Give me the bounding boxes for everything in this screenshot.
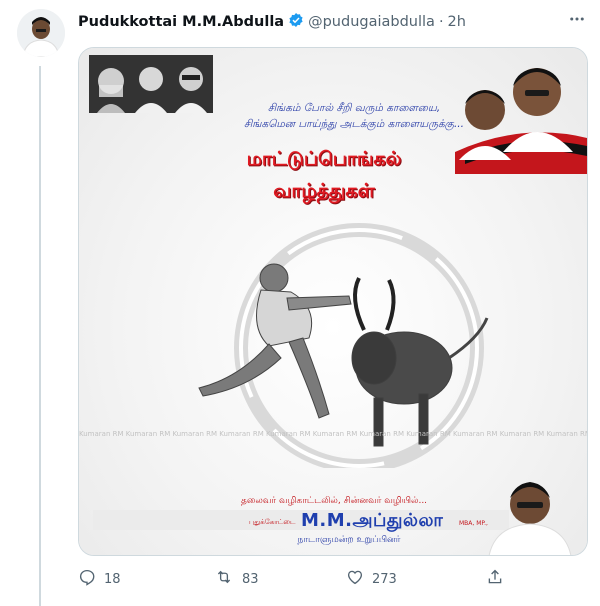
tweet-actions: 18 83 273 [78,568,586,592]
reply-count: 18 [104,571,121,587]
reply-button[interactable]: 18 [78,568,121,590]
poster-watermark: Kumaran RM Kumaran RM Kumaran RM Kumaran… [79,430,587,438]
mla-photo-image [483,468,577,555]
more-icon[interactable] [566,10,588,32]
share-icon [486,568,512,590]
heart-icon [346,568,372,590]
avatar[interactable] [17,9,65,57]
tweet-media-card[interactable]: சிங்கம் போல் சீறி வரும் காளையை, சிங்கமென… [78,47,588,556]
retweet-button[interactable]: 83 [214,568,259,590]
poster-title-line2: வாழ்த்துகள் [273,180,375,202]
reply-icon [78,568,104,590]
display-name[interactable]: Pudukkottai M.M.Abdulla [78,14,284,30]
handle[interactable]: @pudugaiabdulla [308,14,435,30]
poster-slogan: தலைவர் வழிகாட்டலில், சின்னவர் வழியில்... [240,496,428,506]
share-button[interactable] [486,568,512,590]
poster-name-prefix: புதுக்கோட்டை [249,518,296,526]
like-count: 273 [372,571,397,587]
retweet-icon [214,568,242,590]
thread-line [39,66,41,606]
poster-title-line1: மாட்டுப்பொங்கல் [246,148,402,170]
separator: · [438,14,444,30]
timestamp[interactable]: 2h [448,14,466,30]
leaders-photo-image [455,52,587,174]
retweet-count: 83 [242,571,259,587]
like-button[interactable]: 273 [346,568,397,590]
poster-name: M.M.அப்துல்லா [301,510,444,531]
verified-badge-icon [288,12,304,32]
leaders-portraits-image [89,55,213,113]
tweet-header: Pudukkottai M.M.Abdulla @pudugaiabdulla … [78,10,466,34]
poster-designation: நாடாளுமன்ற உறுப்பினர் [297,535,401,545]
